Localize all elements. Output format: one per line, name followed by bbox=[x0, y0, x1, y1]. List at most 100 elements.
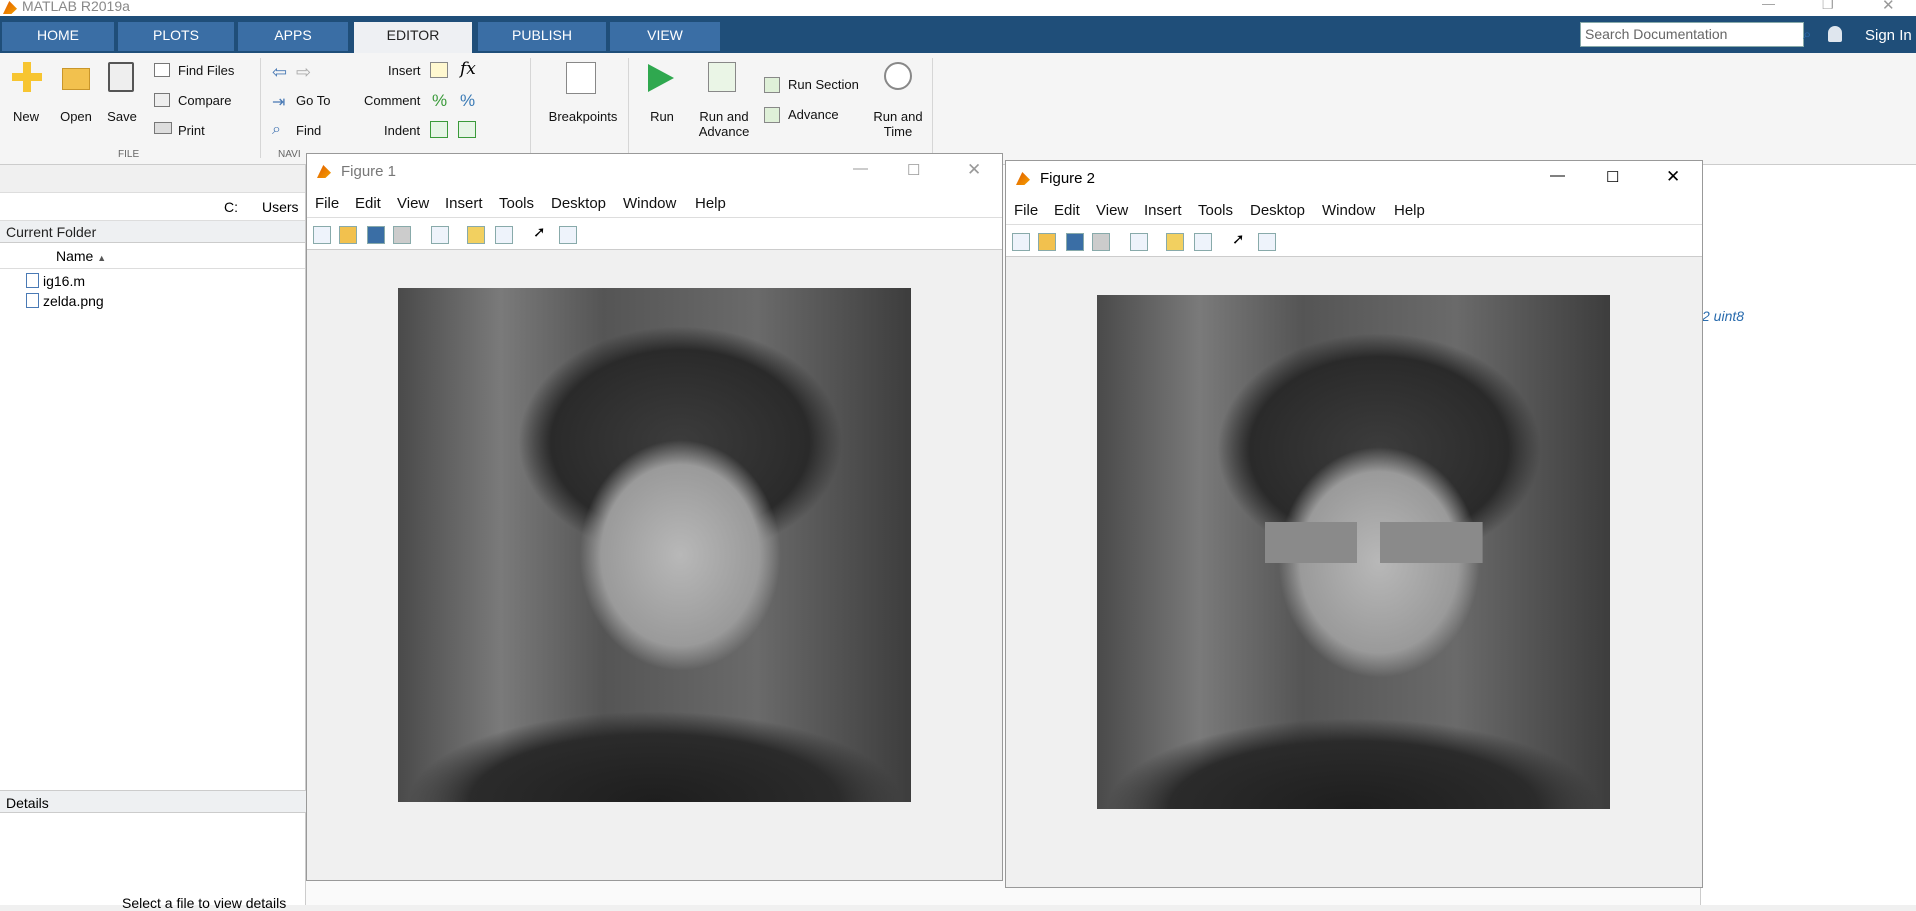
find-button[interactable]: Find bbox=[296, 123, 321, 138]
menu-desktop[interactable]: Desktop bbox=[1250, 202, 1305, 219]
figure-1-window: Figure 1 — ☐ ✕ File Edit View Insert Too… bbox=[306, 153, 1003, 881]
insert-section-icon[interactable] bbox=[430, 62, 448, 78]
legend-icon[interactable] bbox=[1194, 233, 1212, 251]
comment-icon[interactable]: % bbox=[432, 91, 447, 111]
close-icon[interactable]: ✕ bbox=[1882, 0, 1895, 14]
comment-button[interactable]: Comment bbox=[364, 93, 420, 108]
new-figure-icon[interactable] bbox=[313, 226, 331, 244]
file-list-item[interactable]: ig16.m bbox=[0, 269, 305, 291]
close-icon[interactable]: ✕ bbox=[1666, 167, 1680, 187]
menu-window[interactable]: Window bbox=[1322, 202, 1375, 219]
menu-help[interactable]: Help bbox=[1394, 202, 1425, 219]
figure-1-titlebar: Figure 1 — ☐ ✕ bbox=[307, 154, 1002, 190]
go-to-button[interactable]: Go To bbox=[296, 93, 330, 108]
search-documentation-input[interactable]: Search Documentation bbox=[1580, 22, 1804, 47]
back-arrow-icon[interactable]: ⇦ bbox=[272, 62, 287, 83]
minimize-icon[interactable]: — bbox=[1762, 0, 1775, 11]
run-and-time-button[interactable]: Run and Time bbox=[868, 109, 928, 139]
new-figure-icon[interactable] bbox=[1012, 233, 1030, 251]
tab-view[interactable]: VIEW bbox=[610, 22, 720, 51]
colorbar-icon[interactable] bbox=[1166, 233, 1184, 251]
fx-icon[interactable]: fx bbox=[460, 59, 476, 79]
search-icon[interactable]: ⌕ bbox=[1803, 26, 1811, 43]
workspace-panel bbox=[1700, 165, 1916, 905]
notification-bell-icon[interactable] bbox=[1828, 26, 1842, 42]
tab-publish[interactable]: PUBLISH bbox=[478, 22, 606, 51]
file-list-item[interactable]: zelda.png bbox=[0, 291, 305, 313]
indent-icon[interactable] bbox=[430, 121, 448, 138]
menu-desktop[interactable]: Desktop bbox=[551, 195, 606, 212]
run-and-time-icon[interactable] bbox=[884, 62, 912, 90]
save-button[interactable]: Save bbox=[104, 109, 140, 124]
run-section-button[interactable]: Run Section bbox=[788, 77, 859, 92]
path-drive[interactable]: C: bbox=[224, 199, 238, 215]
save-figure-icon[interactable] bbox=[367, 226, 385, 244]
minimize-icon[interactable]: — bbox=[853, 160, 868, 177]
menu-window[interactable]: Window bbox=[623, 195, 676, 212]
open-file-icon[interactable] bbox=[339, 226, 357, 244]
legend-icon[interactable] bbox=[495, 226, 513, 244]
save-figure-icon[interactable] bbox=[1066, 233, 1084, 251]
print-figure-icon[interactable] bbox=[393, 226, 411, 244]
open-button[interactable]: Open bbox=[56, 109, 96, 124]
matlab-logo-icon bbox=[1016, 172, 1030, 185]
minimize-icon[interactable]: — bbox=[1550, 167, 1565, 184]
tab-editor[interactable]: EDITOR bbox=[354, 22, 472, 53]
menu-view[interactable]: View bbox=[1096, 202, 1128, 219]
advance-button[interactable]: Advance bbox=[788, 107, 839, 122]
figure-2-titlebar: Figure 2 — ☐ ✕ bbox=[1006, 161, 1702, 197]
menu-tools[interactable]: Tools bbox=[499, 195, 534, 212]
indent-button[interactable]: Indent bbox=[384, 123, 420, 138]
property-editor-icon[interactable] bbox=[559, 226, 577, 244]
new-button[interactable]: New bbox=[8, 109, 44, 124]
menu-edit[interactable]: Edit bbox=[1054, 202, 1080, 219]
sign-in-link[interactable]: Sign In bbox=[1865, 27, 1912, 44]
find-files-button[interactable]: Find Files bbox=[178, 63, 234, 78]
maximize-icon[interactable]: ☐ bbox=[1606, 168, 1619, 186]
pointer-icon[interactable]: ➚ bbox=[1232, 230, 1250, 248]
menu-file[interactable]: File bbox=[315, 195, 339, 212]
link-plot-icon[interactable] bbox=[1130, 233, 1148, 251]
breakpoints-icon[interactable] bbox=[566, 62, 596, 94]
close-icon[interactable]: ✕ bbox=[967, 160, 981, 180]
open-folder-icon[interactable] bbox=[62, 68, 90, 90]
zelda-image-original bbox=[398, 288, 911, 802]
tab-plots[interactable]: PLOTS bbox=[118, 22, 234, 51]
smart-indent-icon[interactable] bbox=[458, 121, 476, 138]
tab-apps[interactable]: APPS bbox=[238, 22, 348, 51]
name-column-label: Name bbox=[56, 248, 94, 264]
restore-icon[interactable]: ❐ bbox=[1822, 0, 1834, 13]
property-editor-icon[interactable] bbox=[1258, 233, 1276, 251]
m-file-icon bbox=[26, 273, 39, 288]
open-file-icon[interactable] bbox=[1038, 233, 1056, 251]
new-icon[interactable] bbox=[12, 62, 42, 92]
menu-insert[interactable]: Insert bbox=[1144, 202, 1182, 219]
menu-file[interactable]: File bbox=[1014, 202, 1038, 219]
name-column-header[interactable]: Name ▲ bbox=[0, 243, 305, 269]
print-figure-icon[interactable] bbox=[1092, 233, 1110, 251]
menu-insert[interactable]: Insert bbox=[445, 195, 483, 212]
forward-arrow-icon[interactable]: ⇨ bbox=[296, 62, 311, 83]
menu-view[interactable]: View bbox=[397, 195, 429, 212]
menu-help[interactable]: Help bbox=[695, 195, 726, 212]
compare-button[interactable]: Compare bbox=[178, 93, 231, 108]
app-title: MATLAB R2019a bbox=[22, 0, 130, 14]
link-plot-icon[interactable] bbox=[431, 226, 449, 244]
uncomment-icon[interactable]: % bbox=[460, 91, 475, 111]
menu-edit[interactable]: Edit bbox=[355, 195, 381, 212]
print-button[interactable]: Print bbox=[178, 123, 205, 138]
current-folder-panel: C: Users Current Folder Name ▲ ig16.m ze… bbox=[0, 165, 306, 911]
insert-button[interactable]: Insert bbox=[388, 63, 421, 78]
run-and-advance-icon[interactable] bbox=[708, 62, 736, 92]
maximize-icon[interactable]: ☐ bbox=[907, 161, 920, 179]
run-and-advance-button[interactable]: Run and Advance bbox=[694, 109, 754, 139]
find-files-icon bbox=[154, 63, 170, 77]
tab-home[interactable]: HOME bbox=[2, 22, 114, 51]
pointer-icon[interactable]: ➚ bbox=[533, 223, 551, 241]
path-users[interactable]: Users bbox=[262, 199, 299, 215]
colorbar-icon[interactable] bbox=[467, 226, 485, 244]
run-button[interactable]: Run bbox=[644, 109, 680, 124]
save-icon[interactable] bbox=[108, 62, 134, 92]
menu-tools[interactable]: Tools bbox=[1198, 202, 1233, 219]
breakpoints-button[interactable]: Breakpoints bbox=[544, 109, 622, 124]
